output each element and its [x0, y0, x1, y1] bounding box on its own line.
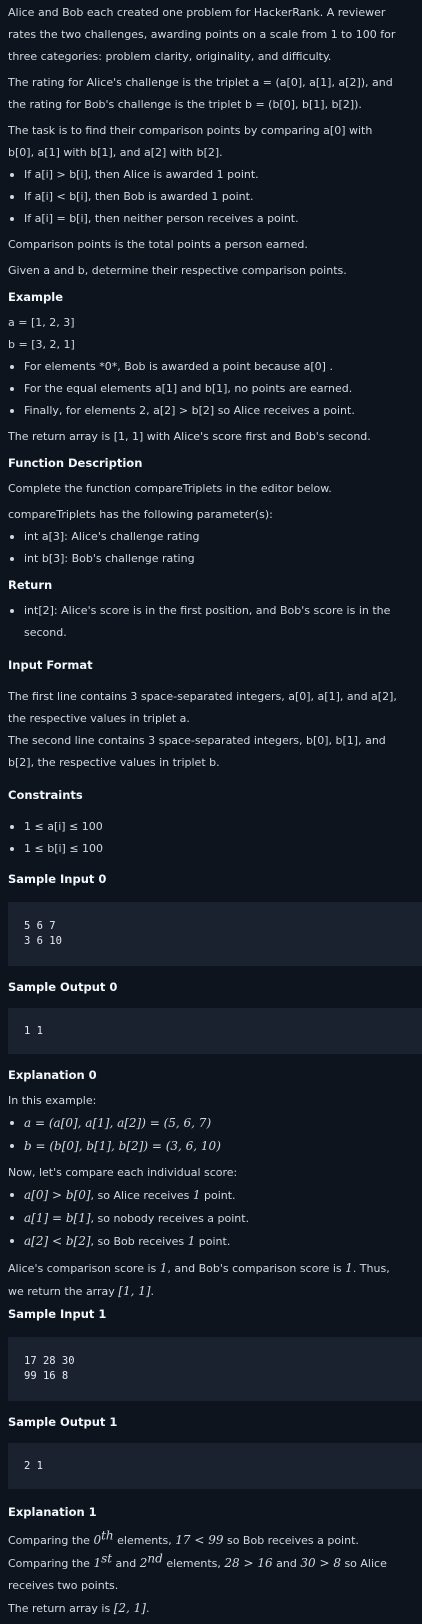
list-item: a = (a[0], a[1], a[2]) = (5, 6, 7)	[8, 1112, 398, 1135]
intro-paragraph-3: The task is to find their comparison poi…	[8, 124, 373, 159]
problem-statement: Alice and Bob each created one problem f…	[0, 0, 406, 890]
math-a: a = (a[0], a[1], a[2]) = (5, 6, 7)	[24, 1116, 212, 1130]
rules-list: If a[i] > b[i], then Alice is awarded 1 …	[8, 164, 398, 230]
sample-input-1-block: 17 28 30 99 16 8	[8, 1337, 422, 1401]
list-item: Finally, for elements 2, a[2] > b[2] so …	[8, 400, 398, 422]
sample-output-1-block: 2 1	[8, 1443, 422, 1489]
example-heading: Example	[8, 290, 63, 304]
code-line: 17 28 30	[24, 1355, 75, 1367]
sample-input-0-heading: Sample Input 0	[8, 872, 107, 886]
function-description-p1: Complete the function compareTriplets in…	[8, 482, 332, 495]
list-item: a[1] = b[1], so nobody receives a point.	[8, 1207, 398, 1230]
input-format-p1: The first line contains 3 space-separate…	[8, 690, 397, 725]
intro-paragraph-1: Alice and Bob each created one problem f…	[8, 6, 396, 63]
math-b: b = (b[0], b[1], b[2]) = (3, 6, 10)	[24, 1139, 221, 1153]
explanation-1-line-2: Comparing the 1st and 2nd elements, 28 >…	[8, 1551, 387, 1592]
intro-paragraph-2: The rating for Alice's challenge is the …	[8, 76, 393, 111]
sample-output-1-heading: Sample Output 1	[8, 1415, 118, 1429]
code-line: 3 6 10	[24, 935, 62, 947]
list-item: For elements *0*, Bob is awarded a point…	[8, 356, 398, 378]
input-format-p2: The second line contains 3 space-separat…	[8, 734, 386, 769]
list-item: 1 ≤ b[i] ≤ 100	[8, 838, 398, 860]
code-line: 1 1	[24, 1024, 43, 1037]
constraints-heading: Constraints	[8, 788, 83, 802]
function-description-p2: compareTriplets has the following parame…	[8, 508, 273, 521]
input-format-heading: Input Format	[8, 658, 93, 672]
sample-output-0-block: 1 1	[8, 1008, 422, 1054]
list-item: If a[i] < b[i], then Bob is awarded 1 po…	[8, 186, 398, 208]
code-line: 2 1	[24, 1459, 43, 1472]
list-item: If a[i] > b[i], then Alice is awarded 1 …	[8, 164, 398, 186]
list-item: int a[3]: Alice's challenge rating	[8, 526, 398, 548]
example-b: b = [3, 2, 1]	[8, 338, 75, 351]
params-list: int a[3]: Alice's challenge rating int b…	[8, 526, 398, 570]
list-item: int b[3]: Bob's challenge rating	[8, 548, 398, 570]
explanation-1-line-3: The return array is [2, 1].	[8, 1601, 150, 1615]
explanation-0-summary: Alice's comparison score is 1, and Bob's…	[8, 1261, 390, 1298]
sample-input-1-heading: Sample Input 1	[8, 1307, 107, 1321]
constraints-list: 1 ≤ a[i] ≤ 100 1 ≤ b[i] ≤ 100	[8, 816, 398, 860]
return-heading: Return	[8, 578, 53, 592]
list-item: If a[i] = b[i], then neither person rece…	[8, 208, 398, 230]
explanation-1-line-1: Comparing the 0th elements, 17 < 99 so B…	[8, 1528, 359, 1547]
list-item: For the equal elements a[1] and b[1], no…	[8, 378, 398, 400]
list-item: 1 ≤ a[i] ≤ 100	[8, 816, 398, 838]
example-result: The return array is [1, 1] with Alice's …	[8, 430, 371, 443]
explanation-0-vectors: a = (a[0], a[1], a[2]) = (5, 6, 7) b = (…	[8, 1112, 398, 1158]
code-line: 5 6 7	[24, 920, 56, 932]
function-description-heading: Function Description	[8, 456, 143, 470]
list-item: int[2]: Alice's score is in the first po…	[8, 600, 398, 644]
intro-paragraph-4: Comparison points is the total points a …	[8, 238, 308, 251]
explanation-1-heading: Explanation 1	[8, 1505, 97, 1519]
example-a: a = [1, 2, 3]	[8, 316, 75, 329]
code-line: 99 16 8	[24, 1370, 69, 1382]
explanation-0-heading: Explanation 0	[8, 1068, 97, 1082]
explanation-0-list: a[0] > b[0], so Alice receives 1 point. …	[8, 1184, 398, 1253]
intro-paragraph-5: Given a and b, determine their respectiv…	[8, 264, 347, 277]
list-item: b = (b[0], b[1], b[2]) = (3, 6, 10)	[8, 1135, 398, 1158]
example-list: For elements *0*, Bob is awarded a point…	[8, 356, 398, 422]
sample-output-0-heading: Sample Output 0	[8, 980, 118, 994]
sample-input-0-block: 5 6 7 3 6 10	[8, 902, 422, 966]
explanation-0-compare: Now, let's compare each individual score…	[8, 1166, 238, 1179]
return-list: int[2]: Alice's score is in the first po…	[8, 600, 398, 644]
list-item: a[2] < b[2], so Bob receives 1 point.	[8, 1230, 398, 1253]
list-item: a[0] > b[0], so Alice receives 1 point.	[8, 1184, 398, 1207]
explanation-0-intro: In this example:	[8, 1094, 97, 1107]
